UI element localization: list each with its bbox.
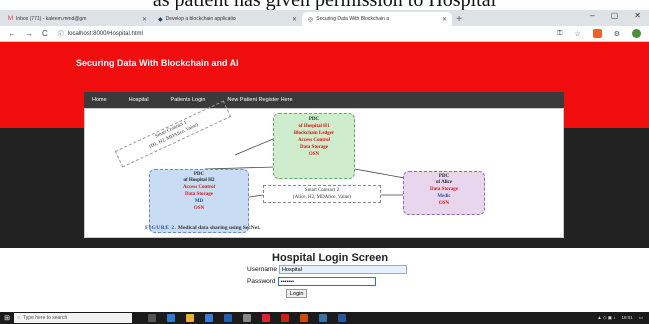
taskbar-apps <box>148 314 346 322</box>
password-input[interactable] <box>277 277 376 286</box>
nav-home[interactable]: Home <box>92 97 107 103</box>
overlay-text-strip: as patient has given permission to Hospi… <box>0 0 649 10</box>
browser-tab-bar: M Inbox (771) - kaleem.mmd@gm ✕ ◆ Develo… <box>0 10 649 26</box>
figure-caption-label: FIGURE 2. <box>145 225 177 231</box>
figure-caption: FIGURE 2. Medical data sharing using Sec… <box>145 225 260 231</box>
pdc-alice: PDC of Alice Data Storage Medic OSN <box>403 171 485 215</box>
gmail-icon: M <box>8 16 13 22</box>
star-icon[interactable]: ☆ <box>574 30 580 38</box>
username-label: Username <box>247 266 277 273</box>
extension-icon[interactable] <box>592 29 602 38</box>
pdc-row: Medic <box>437 194 451 199</box>
pdc-row: Data Storage <box>430 187 458 192</box>
username-row: Username <box>247 265 407 274</box>
pdc-hospital-h1: PDC of Hospital H1 Blockchain Ledger Acc… <box>273 113 355 179</box>
mail-icon[interactable] <box>224 314 232 322</box>
pdc-row: Data Storage <box>300 145 328 150</box>
site-title: Securing Data With Blockchain and AI <box>76 58 239 68</box>
taskbar-search-placeholder: Type here to search <box>23 315 68 321</box>
pdc-row: OSN <box>308 152 320 157</box>
task-view-icon[interactable] <box>148 314 156 322</box>
tray-icons[interactable]: ▲ ◇ ▣ ♪ <box>597 315 615 321</box>
smart-contract-2-params: (Alice, H2, MDAlice, Value) <box>293 195 351 200</box>
tab-develop-app[interactable]: ◆ Develop a blockchain applicatio ✕ <box>152 12 302 26</box>
pdc-row: Data Storage <box>185 192 213 197</box>
windows-taskbar: ⊞ ○ Type here to search ▲ ◇ ▣ ♪ 18:01 ▭ <box>0 312 649 324</box>
forward-icon[interactable]: → <box>25 29 33 38</box>
settings-icon[interactable]: ⚙ <box>614 30 620 38</box>
url-field[interactable]: ⓘ localhost:8000/Hospital.html <box>58 29 143 39</box>
login-title: Hospital Login Screen <box>272 252 389 264</box>
system-tray: ▲ ◇ ▣ ♪ 18:01 ▭ <box>597 315 643 321</box>
nav-hospital[interactable]: Hospital <box>129 97 149 103</box>
address-bar: ← → C ⓘ localhost:8000/Hospital.html ⚿ ☆… <box>0 26 649 42</box>
minimize-button[interactable]: – <box>590 11 594 20</box>
pdc-row: Blockchain Ledger <box>293 131 335 136</box>
pdc-row: OSN <box>193 206 205 211</box>
close-icon[interactable]: ✕ <box>142 16 147 23</box>
app-icon: ◆ <box>158 16 163 23</box>
photos-icon[interactable] <box>243 314 251 322</box>
acrobat-icon[interactable] <box>281 314 289 322</box>
password-label: Password <box>247 278 276 285</box>
figure-caption-text: Medical data sharing using SecNet. <box>177 225 261 231</box>
windows-start-icon[interactable]: ⊞ <box>0 314 14 322</box>
profile-icon[interactable] <box>632 29 641 38</box>
word-icon[interactable] <box>338 314 346 322</box>
pdc-hospital-h2: PDC of Hospital H2 Access Control Data S… <box>149 169 249 233</box>
search-icon: ○ <box>17 315 21 321</box>
tab-securing-data[interactable]: ◎ Securing Data With Blockchain a ✕ <box>302 12 452 26</box>
nav-new-patient-register[interactable]: New Patient Register Here <box>227 97 292 103</box>
info-icon[interactable]: ⓘ <box>58 29 64 38</box>
password-row: Password <box>247 277 376 286</box>
edge-icon[interactable] <box>167 314 175 322</box>
smart-contract-2-title: Smart Contract 2 <box>304 188 340 193</box>
window-controls: – ▢ ✕ <box>590 11 641 20</box>
pdc-row: OSN <box>438 201 450 206</box>
store-icon[interactable] <box>205 314 213 322</box>
secnet-diagram: Smart Contract 1 (H1, H2, MDAlice, Value… <box>84 100 564 238</box>
close-icon[interactable]: ✕ <box>442 16 447 23</box>
new-tab-button[interactable]: + <box>452 12 466 26</box>
tab-label: Inbox (771) - kaleem.mmd@gm <box>16 16 87 22</box>
username-input[interactable] <box>278 265 407 274</box>
pdc-row: Access Control <box>183 185 215 190</box>
file-explorer-icon[interactable] <box>186 314 194 322</box>
tab-label: Develop a blockchain applicatio <box>165 16 236 22</box>
nav-patients-login[interactable]: Patients Login <box>171 97 206 103</box>
browser-actions: ⚿ ☆ ⚙ <box>557 29 641 38</box>
maximize-button[interactable]: ▢ <box>611 11 619 20</box>
pdc-row: MD <box>194 199 204 204</box>
tab-gmail[interactable]: M Inbox (771) - kaleem.mmd@gm ✕ <box>2 12 152 26</box>
login-button[interactable]: Login <box>286 289 308 298</box>
close-icon[interactable]: ✕ <box>292 16 297 23</box>
pdc-row: Access Control <box>298 138 330 143</box>
notification-icon[interactable]: ▭ <box>639 315 643 321</box>
smart-contract-2: Smart Contract 2 (Alice, H2, MDAlice, Va… <box>263 185 381 203</box>
overlay-text: as patient has given permission to Hospi… <box>153 0 496 10</box>
back-icon[interactable]: ← <box>8 29 16 38</box>
close-window-button[interactable]: ✕ <box>634 11 641 20</box>
taskbar-search[interactable]: ○ Type here to search <box>14 313 132 323</box>
reload-icon[interactable]: C <box>42 29 48 38</box>
url-text: localhost:8000/Hospital.html <box>67 30 143 37</box>
python-icon[interactable] <box>319 314 327 322</box>
chrome-icon: ◎ <box>308 16 314 23</box>
clock[interactable]: 18:01 <box>621 315 632 321</box>
pdc-subtitle: of Hospital H1 <box>298 124 330 129</box>
chrome-taskbar-icon[interactable] <box>262 314 270 322</box>
site-nav: Home Hospital Patients Login New Patient… <box>84 92 564 108</box>
key-icon[interactable]: ⚿ <box>557 30 562 38</box>
powerpoint-icon[interactable] <box>300 314 308 322</box>
nav-buttons: ← → C <box>8 29 48 38</box>
tab-label: Securing Data With Blockchain a <box>316 16 390 22</box>
